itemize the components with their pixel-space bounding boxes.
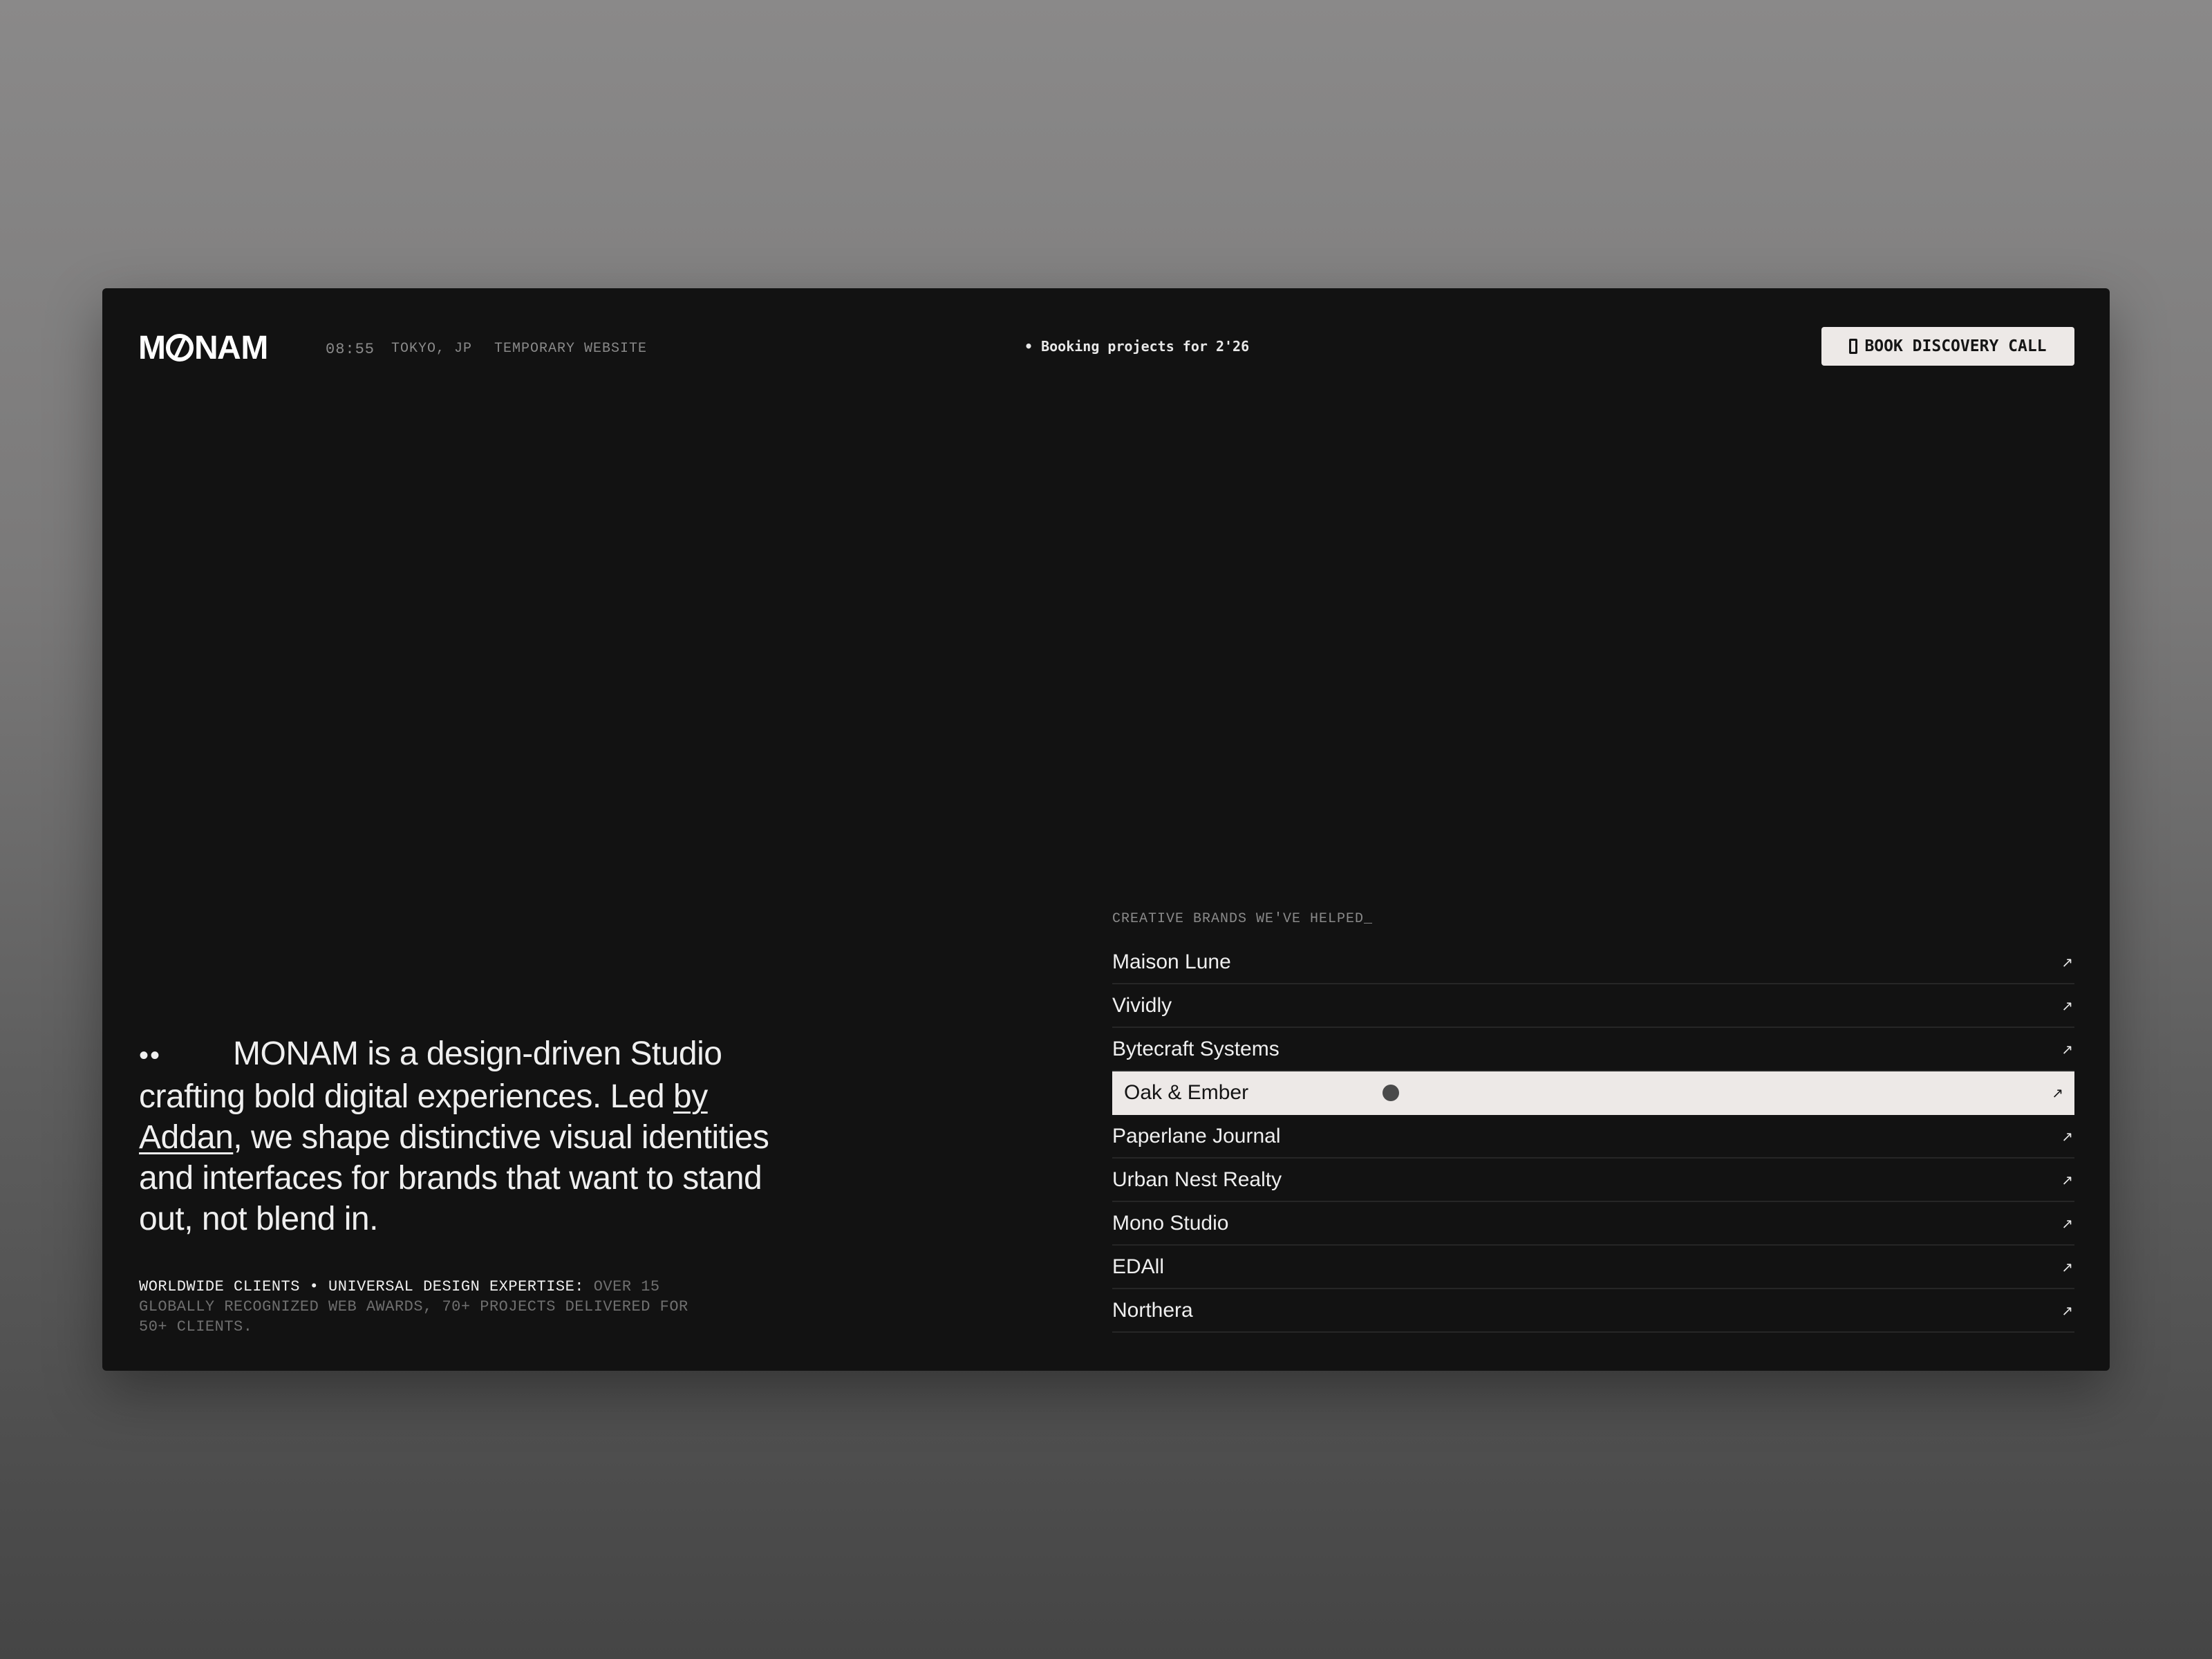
brand-row[interactable]: Vividly ↗ [1112,984,2074,1028]
arrow-up-right-icon: ↗ [2061,1171,2073,1188]
brand-name: Northera [1112,1298,1193,1322]
hero-text-end: , we shape distinctive visual identities… [139,1119,769,1237]
studio-facts: WORLDWIDE CLIENTS • UNIVERSAL DESIGN EXP… [139,1277,706,1337]
brand-row[interactable]: Northera ↗ [1112,1289,2074,1333]
arrow-up-right-icon: ↗ [2061,1258,2073,1275]
brand-name: Paperlane Journal [1112,1124,1281,1147]
arrow-up-right-icon: ↗ [2061,953,2073,971]
hero-statement: •• MONAM is a design-driven Studio crafti… [139,1033,803,1239]
brand-row[interactable]: Bytecraft Systems ↗ [1112,1028,2074,1071]
brand-row[interactable]: Urban Nest Realty ↗ [1112,1159,2074,1202]
cta-label: BOOK DISCOVERY CALL [1864,337,2047,355]
arrow-up-right-icon: ↗ [2061,997,2073,1014]
cursor-dot [1382,1084,1399,1101]
brands-title: CREATIVE BRANDS WE'VE HELPED_ [1112,911,1374,927]
book-discovery-call-button[interactable]: BOOK DISCOVERY CALL [1821,327,2074,366]
brand-row[interactable]: Mono Studio ↗ [1112,1202,2074,1246]
arrow-up-right-icon: ↗ [2052,1084,2063,1101]
arrow-up-right-icon: ↗ [2061,1040,2073,1058]
brand-rows: Maison Lune ↗ Vividly ↗ Bytecraft Systems ↗ Oa… [1112,941,2074,1333]
monam-logo[interactable]: MNAM [138,330,268,366]
brands-list: CREATIVE BRANDS WE'VE HELPED_ Maison Lun… [1112,909,2074,1333]
brand-name: Bytecraft Systems [1112,1037,1280,1060]
arrow-up-right-icon: ↗ [2061,1215,2073,1232]
brand-name: Urban Nest Realty [1112,1168,1282,1191]
brand-name: Maison Lune [1112,950,1231,973]
local-time: 08:55 [326,341,375,358]
logo-o-glyph-icon [165,334,194,362]
brand-name: Oak & Ember [1124,1080,1249,1104]
brand-name: Vividly [1112,993,1172,1017]
brand-name: Mono Studio [1112,1211,1229,1235]
booking-status: • Booking projects for 2'26 [1024,338,1250,355]
arrow-up-right-icon: ↗ [2061,1127,2073,1145]
brand-row[interactable]: Paperlane Journal ↗ [1112,1115,2074,1159]
brand-row[interactable]: EDAll ↗ [1112,1246,2074,1289]
brand-row[interactable]: Oak & Ember ↗ [1112,1071,2074,1115]
arrow-up-right-icon: ↗ [2061,1302,2073,1319]
hero-dots: •• [139,1040,162,1071]
site-status-label: TEMPORARY WEBSITE [494,341,648,357]
facts-highlight: WORLDWIDE CLIENTS • UNIVERSAL DESIGN EXP… [139,1278,585,1295]
brand-name: EDAll [1112,1255,1165,1278]
brand-row[interactable]: Maison Lune ↗ [1112,941,2074,984]
site-window: MNAM 08:55 TOKYO, JP TEMPORARY WEBSITE •… [102,288,2110,1371]
phone-icon [1849,339,1858,354]
location-label: TOKYO, JP [391,341,473,357]
